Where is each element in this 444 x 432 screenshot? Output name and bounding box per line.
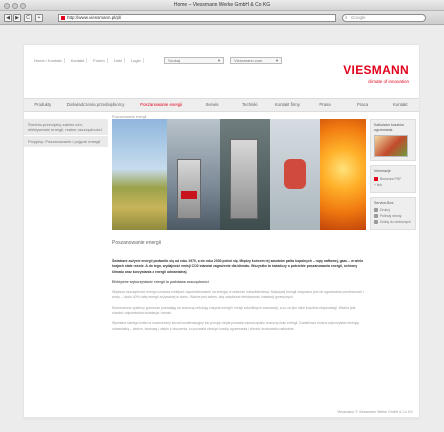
boiler-unit (230, 139, 258, 219)
calculator-box-title: Kalkulator kosztów ogrzewania (374, 123, 404, 132)
calculator-thumbnail[interactable] (374, 135, 408, 157)
chevron-down-icon: ▼ (275, 58, 279, 63)
logo-tagline: climate of innovation (367, 79, 409, 84)
bookmark-icon (374, 220, 378, 224)
main-nav-item-serwis[interactable]: Serwis (193, 99, 231, 111)
reload-button[interactable]: C (24, 14, 32, 22)
browser-viewport: Home / Kontakt Kontakt Forum Linki Login… (0, 25, 444, 432)
left-sidebar: Średnio-przeciętny zakres cen, efektywno… (24, 119, 108, 148)
browser-toolbar: ◀ ▶ C + http://www.viessmann.pl/pl/ ⌕ Go… (0, 11, 444, 25)
chevron-down-icon: ▼ (217, 58, 221, 63)
back-button[interactable]: ◀ (4, 14, 12, 22)
article-paragraph: Większa oszczędność energii oznacza mnie… (112, 290, 364, 300)
pdf-icon (374, 176, 378, 181)
hero-panel-boiler (167, 119, 220, 230)
left-sidebar-item[interactable]: Średnio-przeciętny zakres cen, efektywno… (24, 119, 108, 135)
country-select-value: Viessmann.com (234, 58, 263, 63)
article: Poszanowanie energii Światowe zużycie en… (112, 240, 366, 337)
service-item-recommend[interactable]: Polecaj stronę (374, 214, 412, 218)
main-nav-item-doswiadczenia[interactable]: Doświadczenia przedsiębiorcy (62, 99, 130, 111)
logo-wordmark: VIESMANN (343, 63, 409, 77)
window-title: Home – Viessmann Werke GmbH & Co KG (173, 2, 271, 8)
top-nav-home[interactable]: Home / Kontakt (32, 58, 65, 63)
service-item-label: Polecaj stronę (380, 214, 402, 218)
hero-panel-sun (320, 119, 366, 230)
country-select[interactable]: Viessmann.com ▼ (230, 57, 282, 64)
boiler-red-panel (181, 191, 197, 199)
search-select-value: Szukaj (168, 58, 181, 63)
address-bar-url: http://www.viessmann.pl/pl/ (67, 15, 122, 20)
window-titlebar: Home – Viessmann Werke GmbH & Co KG (0, 0, 444, 11)
search-select[interactable]: Szukaj ▼ (164, 57, 224, 64)
browser-search-placeholder: Google (351, 15, 366, 20)
add-bookmark-button[interactable]: + (35, 14, 43, 22)
main-nav-item-prasa[interactable]: Prasa (306, 99, 344, 111)
article-paragraph: Wymiana starego kotła na nowoczesny koci… (112, 321, 359, 331)
address-bar[interactable]: http://www.viessmann.pl/pl/ (58, 14, 336, 22)
main-nav-item-kontakt-firmy[interactable]: Kontakt firmy (269, 99, 307, 111)
top-utility-nav: Home / Kontakt Kontakt Forum Linki Login (32, 57, 144, 64)
service-item-bookmark[interactable]: Dodaj do ulubionych (374, 220, 412, 224)
footer-bar (24, 417, 419, 419)
top-nav-links[interactable]: Linki (112, 58, 125, 63)
search-icon: ⌕ (345, 15, 348, 20)
info-item-pdf[interactable]: Broszura PDF (374, 176, 412, 181)
info-box-title: Informacje (374, 169, 391, 173)
service-item-label: Drukuj (380, 208, 390, 212)
web-page: Home / Kontakt Kontakt Forum Linki Login… (24, 45, 419, 419)
right-sidebar: Kalkulator kosztów ogrzewania Informacje… (370, 119, 416, 234)
main-nav-item-produkty[interactable]: Produkty (24, 99, 62, 111)
top-nav-login[interactable]: Login (129, 58, 144, 63)
main-nav-item-kontakt[interactable]: Kontakt (381, 99, 419, 111)
calculator-box[interactable]: Kalkulator kosztów ogrzewania (370, 119, 416, 161)
forward-button[interactable]: ▶ (13, 14, 21, 22)
mail-icon (374, 214, 378, 218)
footer-copyright: Viessmann © Viessmann Werke GmbH & Co KG (337, 410, 413, 414)
article-title: Poszanowanie energii (112, 240, 161, 246)
hero-panel-landscape (112, 119, 167, 230)
viessmann-logo[interactable]: VIESMANN climate of innovation (329, 63, 409, 91)
main-nav-item-praca[interactable]: Praca (344, 99, 382, 111)
main-nav-item-techniki[interactable]: Techniki (231, 99, 269, 111)
top-nav-forum[interactable]: Forum (91, 58, 108, 63)
hero-panel-boiler-dark (220, 119, 270, 230)
service-item-label: Dodaj do ulubionych (380, 220, 411, 224)
info-box: Informacje Broszura PDF + link (370, 165, 416, 193)
site-favicon-icon (61, 16, 65, 20)
article-lead: Światowe zużycie energii podwoiło się od… (112, 259, 364, 274)
hero-panel-family (270, 119, 320, 230)
service-box: Service-Box Drukuj Polecaj stronę Dodaj … (370, 196, 416, 230)
browser-search-field[interactable]: ⌕ Google (342, 14, 426, 22)
boiler-unit (177, 159, 201, 219)
article-subheading: Efektywne wykorzystanie energii to podst… (112, 279, 209, 284)
info-item-label: + link (374, 182, 383, 187)
info-item-link[interactable]: + link (374, 183, 412, 187)
info-item-label: Broszura PDF (380, 176, 402, 181)
main-nav: Produkty Doświadczenia przedsiębiorcy Po… (24, 98, 419, 112)
article-paragraph: Nowoczesne systemy grzewcze pozwalają na… (112, 305, 356, 316)
service-box-title: Service-Box (374, 200, 394, 205)
family-figure (284, 159, 306, 189)
main-nav-item-poszanowanie-energii[interactable]: Poszanowanie energii (129, 99, 193, 111)
hero-image (112, 119, 366, 230)
print-icon (374, 208, 378, 212)
top-nav-contact[interactable]: Kontakt (69, 58, 88, 63)
left-sidebar-item[interactable]: Przypisy: Poszanowanie i pojęcie energii (24, 136, 108, 147)
service-item-print[interactable]: Drukuj (374, 208, 412, 212)
